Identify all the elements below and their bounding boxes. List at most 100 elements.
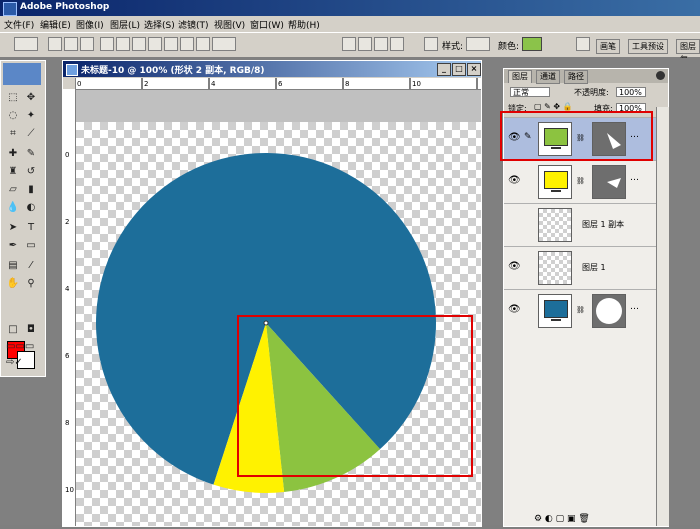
slice-tool-icon[interactable]: ⟋ [23, 127, 39, 141]
type-tool-icon[interactable]: T [23, 221, 39, 235]
layer-row-shape-yellow[interactable]: 👁 ⛓ … [504, 160, 656, 203]
tab-tool-presets[interactable]: 工具预设 [628, 39, 668, 54]
ruler-label: 10 [65, 486, 74, 494]
link-icon[interactable] [424, 37, 438, 51]
shape-layers-button[interactable] [48, 37, 62, 51]
more-options-icon[interactable]: … [630, 173, 639, 183]
crop-tool-icon[interactable]: ⌗ [5, 127, 21, 141]
marquee-tool-icon[interactable]: ⬚ [5, 91, 21, 105]
polygon-shape-icon[interactable] [180, 37, 194, 51]
layer-row-layer1[interactable]: 👁 图层 1 [504, 246, 656, 289]
quick-mask-on-icon[interactable]: ◘ [23, 323, 39, 337]
jump-to-imageready-icon[interactable]: ⇨✓ [6, 356, 23, 370]
chain-link-icon: ⛓ [576, 306, 585, 314]
visibility-eye-icon[interactable]: 👁 [508, 175, 521, 187]
visibility-eye-icon[interactable]: 👁 [508, 261, 521, 273]
tab-layers[interactable]: 图层 [508, 70, 532, 83]
freeform-pen-icon[interactable] [116, 37, 130, 51]
layer-row-layer1-copy[interactable]: 图层 1 副本 [504, 203, 656, 246]
path-select-icon[interactable]: ➤ [5, 221, 21, 235]
menu-view[interactable]: 视图(V) [214, 18, 245, 31]
palette-menu-icon[interactable] [656, 71, 665, 80]
dodge-tool-icon[interactable]: ◐ [23, 201, 39, 215]
lasso-tool-icon[interactable]: ◌ [5, 109, 21, 123]
quick-mask-off-icon[interactable]: □ [5, 323, 21, 337]
menu-edit[interactable]: 编辑(E) [40, 18, 71, 31]
eyedropper-icon[interactable]: ⁄ [23, 259, 39, 273]
blend-mode-select[interactable]: 正常 [510, 87, 550, 97]
zoom-tool-icon[interactable]: ⚲ [23, 277, 39, 291]
line-shape-icon[interactable] [196, 37, 210, 51]
layer-row-shape-blue[interactable]: 👁 ⛓ … [504, 289, 656, 332]
vector-mask-thumb[interactable] [592, 165, 626, 199]
ruler-label: 2 [144, 80, 148, 88]
menu-select[interactable]: 选择(S) [144, 18, 175, 31]
style-picker[interactable] [466, 37, 490, 51]
brush-tool-icon[interactable]: ✎ [23, 147, 39, 161]
menu-filter[interactable]: 滤镜(T) [178, 18, 209, 31]
layer-footer-icons[interactable]: ⚙ ◐ ▢ ▣ 🗑 [534, 514, 654, 526]
options-bar: 样式: 颜色: 画笔 工具预设 图层复 [0, 33, 700, 64]
more-options-icon[interactable]: … [630, 302, 639, 312]
tab-channels[interactable]: 通道 [536, 70, 560, 84]
visibility-eye-icon[interactable] [508, 218, 520, 230]
palette-well-icon[interactable] [576, 37, 590, 51]
layer-thumb[interactable] [538, 208, 572, 242]
tab-layer-comps[interactable]: 图层复 [676, 39, 700, 64]
pen-tool-icon[interactable] [100, 37, 114, 51]
ellipse-shape-icon[interactable] [164, 37, 178, 51]
move-tool-icon[interactable]: ✥ [23, 91, 39, 105]
layer-color-thumb[interactable] [538, 165, 572, 199]
menu-window[interactable]: 窗口(W) [250, 18, 284, 31]
vector-mask-thumb[interactable] [592, 294, 626, 328]
pen-tool-icon[interactable]: ✒ [5, 239, 21, 253]
ruler-left-ticks: 0 2 4 6 8 10 [65, 151, 74, 494]
close-button[interactable]: × [467, 63, 481, 76]
hand-tool-icon[interactable]: ✋ [5, 277, 21, 291]
subtract-shape-icon[interactable] [358, 37, 372, 51]
maximize-button[interactable]: □ [452, 63, 466, 76]
lock-icons[interactable]: ▢ ✎ ✥ 🔒 [534, 102, 573, 111]
magic-wand-icon[interactable]: ✦ [23, 109, 39, 123]
notes-tool-icon[interactable]: ▤ [5, 259, 21, 273]
rounded-rect-icon[interactable] [148, 37, 162, 51]
toolbox: ⬚ ✥ ◌ ✦ ⌗ ⟋ ✚ ✎ ♜ ↺ ▱ ▮ 💧 ◐ ➤ T ✒ ▭ ▤ ⁄ … [0, 60, 46, 377]
shape-color-swatch[interactable] [522, 37, 542, 51]
paths-button[interactable] [64, 37, 78, 51]
tab-brushes[interactable]: 画笔 [596, 39, 620, 54]
menu-image[interactable]: 图像(I) [76, 18, 104, 31]
minimize-button[interactable]: _ [437, 63, 451, 76]
visibility-eye-icon[interactable]: 👁 [508, 304, 521, 316]
exclude-shape-icon[interactable] [390, 37, 404, 51]
screen-mode-icon[interactable]: ▭▭▭ [6, 340, 34, 354]
intersect-shape-icon[interactable] [374, 37, 388, 51]
document-title: 未标题-10 @ 100% (形状 2 副本, RGB/8) [81, 66, 265, 76]
add-shape-area-icon[interactable] [342, 37, 356, 51]
blur-tool-icon[interactable]: 💧 [5, 201, 21, 215]
clone-stamp-icon[interactable]: ♜ [5, 165, 21, 179]
opacity-input[interactable]: 100% [616, 87, 646, 97]
layer-thumb[interactable] [538, 251, 572, 285]
rectangle-shape-icon[interactable] [132, 37, 146, 51]
chain-link-icon: ⛓ [576, 177, 585, 185]
healing-brush-icon[interactable]: ✚ [5, 147, 21, 161]
layer-color-thumb[interactable] [538, 294, 572, 328]
history-brush-icon[interactable]: ↺ [23, 165, 39, 179]
shape-tool-icon[interactable]: ▭ [23, 239, 39, 253]
menu-help[interactable]: 帮助(H) [288, 18, 320, 31]
tab-paths[interactable]: 路径 [564, 70, 588, 84]
custom-shape-icon[interactable] [212, 37, 236, 51]
eraser-tool-icon[interactable]: ▱ [5, 183, 21, 197]
ruler-top: 0 2 4 6 8 10 [74, 78, 481, 90]
fill-pixels-button[interactable] [80, 37, 94, 51]
layers-scrollbar[interactable] [656, 107, 669, 526]
menu-layer[interactable]: 图层(L) [110, 18, 140, 31]
tool-preset-picker[interactable] [14, 37, 38, 51]
gradient-tool-icon[interactable]: ▮ [23, 183, 39, 197]
fill-color-box [544, 300, 568, 318]
menu-bar: 文件(F) 编辑(E) 图像(I) 图层(L) 选择(S) 滤镜(T) 视图(V… [0, 16, 700, 33]
document-titlebar[interactable]: 未标题-10 @ 100% (形状 2 副本, RGB/8) _ □ × [63, 61, 481, 77]
menu-file[interactable]: 文件(F) [4, 18, 34, 31]
canvas-pasteboard [76, 90, 481, 122]
style-label: 样式: [442, 42, 464, 52]
